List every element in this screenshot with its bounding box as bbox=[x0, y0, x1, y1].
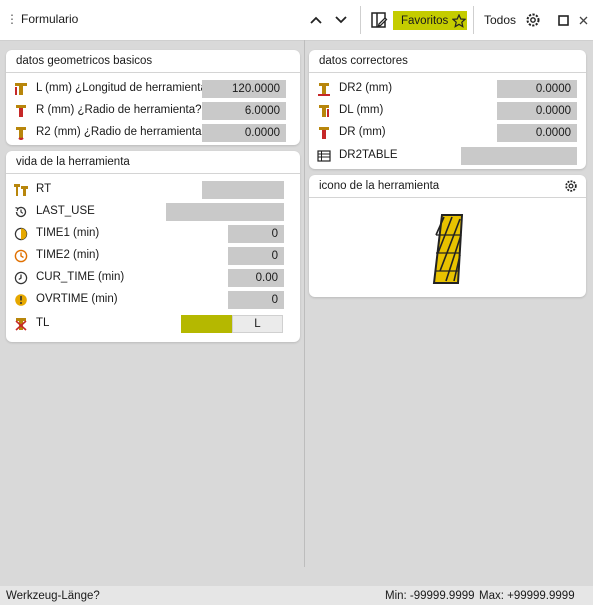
value-field[interactable]: 0.0000 bbox=[497, 124, 577, 142]
time1-icon bbox=[14, 227, 28, 241]
tool-icon-panel: icono de la herramienta bbox=[309, 175, 586, 297]
column-divider bbox=[304, 40, 305, 567]
status-max: Max: +99999.9999 bbox=[479, 590, 575, 602]
value-field[interactable]: 6.0000 bbox=[202, 102, 286, 120]
panel-title: vida de la herramienta bbox=[6, 151, 300, 174]
panel-title: icono de la herramienta bbox=[309, 175, 586, 198]
field-row-cur-time[interactable]: CUR_TIME (min) 0.00 bbox=[6, 267, 300, 289]
geometry-panel: datos geometricos basicos L (mm) ¿Longit… bbox=[6, 50, 300, 145]
field-row-rt[interactable]: RT bbox=[6, 179, 300, 201]
time2-icon bbox=[14, 249, 28, 263]
field-row-ovrtime[interactable]: OVRTIME (min) 0 bbox=[6, 289, 300, 311]
field-row-tl[interactable]: TL L bbox=[6, 313, 300, 335]
corrections-panel: datos correctores DR2 (mm) 0.0000 DL (mm… bbox=[309, 50, 586, 169]
tool-radius-icon bbox=[16, 105, 26, 117]
end-mill-icon bbox=[432, 214, 464, 284]
window-title: ⋮ Formulario bbox=[6, 12, 79, 26]
overtime-icon bbox=[15, 294, 27, 306]
clock-icon bbox=[14, 271, 28, 285]
chevron-down-icon[interactable] bbox=[331, 8, 351, 32]
field-row-r[interactable]: R (mm) ¿Radio de herramienta? 6.0000 bbox=[6, 100, 300, 122]
table-icon bbox=[317, 150, 331, 162]
replacement-tool-icon bbox=[14, 184, 28, 196]
panel-title: datos geometricos basicos bbox=[6, 50, 300, 73]
value-field[interactable]: 0.00 bbox=[228, 269, 284, 287]
status-min: Min: -99999.9999 bbox=[385, 590, 475, 602]
chevron-up-icon[interactable] bbox=[306, 8, 326, 32]
tool-dl-icon bbox=[319, 105, 329, 117]
tool-locked-icon bbox=[15, 318, 27, 331]
tool-life-panel: vida de la herramienta RT LAST_USE TIME1… bbox=[6, 151, 300, 342]
edit-form-icon[interactable] bbox=[368, 8, 390, 32]
value-field[interactable] bbox=[166, 203, 284, 221]
favorites-button[interactable]: Favoritos bbox=[393, 11, 467, 30]
toggle-lock-option[interactable]: L bbox=[232, 315, 283, 333]
toggle-on-state[interactable] bbox=[181, 315, 232, 333]
toolbar-divider bbox=[473, 6, 474, 34]
value-field[interactable] bbox=[461, 147, 577, 165]
field-row-dr[interactable]: DR (mm) 0.0000 bbox=[309, 122, 586, 144]
value-field[interactable]: 0.0000 bbox=[202, 124, 286, 142]
tool-dr-icon bbox=[319, 127, 329, 139]
drag-handle-icon[interactable]: ⋮ bbox=[6, 12, 18, 26]
maximize-icon[interactable] bbox=[556, 8, 570, 32]
field-row-dr2[interactable]: DR2 (mm) 0.0000 bbox=[309, 78, 586, 100]
field-row-time2[interactable]: TIME2 (min) 0 bbox=[6, 245, 300, 267]
star-icon bbox=[452, 13, 467, 28]
title-bar: ⋮ Formulario Favoritos Todos bbox=[0, 0, 593, 41]
value-field[interactable]: 120.0000 bbox=[202, 80, 286, 98]
status-bar: Werkzeug-Länge? Min: -99999.9999 Max: +9… bbox=[0, 586, 593, 605]
field-row-last-use[interactable]: LAST_USE bbox=[6, 201, 300, 223]
all-button[interactable]: Todos bbox=[484, 13, 516, 27]
value-field[interactable] bbox=[202, 181, 284, 199]
field-row-l[interactable]: L (mm) ¿Longitud de herramienta? 120.000… bbox=[6, 78, 300, 100]
value-field[interactable]: 0.0000 bbox=[497, 102, 577, 120]
panel-title: datos correctores bbox=[309, 50, 586, 73]
close-icon[interactable] bbox=[577, 8, 589, 32]
history-icon bbox=[15, 206, 27, 218]
field-row-dr2table[interactable]: DR2TABLE bbox=[309, 145, 586, 167]
value-field[interactable]: 0 bbox=[228, 291, 284, 309]
status-prompt: Werkzeug-Länge? bbox=[6, 590, 100, 602]
field-row-r2[interactable]: R2 (mm) ¿Radio de herramienta 2? 0.0000 bbox=[6, 122, 300, 144]
field-row-dl[interactable]: DL (mm) 0.0000 bbox=[309, 100, 586, 122]
value-field[interactable]: 0 bbox=[228, 247, 284, 265]
tool-length-icon bbox=[15, 83, 27, 95]
value-field[interactable]: 0 bbox=[228, 225, 284, 243]
value-field[interactable]: 0.0000 bbox=[497, 80, 577, 98]
tool-radius2-icon bbox=[16, 127, 26, 140]
field-row-time1[interactable]: TIME1 (min) 0 bbox=[6, 223, 300, 245]
gear-icon[interactable] bbox=[523, 8, 543, 32]
tool-dr2-icon bbox=[318, 83, 330, 96]
gear-icon[interactable] bbox=[564, 179, 578, 193]
toolbar-divider bbox=[360, 6, 361, 34]
